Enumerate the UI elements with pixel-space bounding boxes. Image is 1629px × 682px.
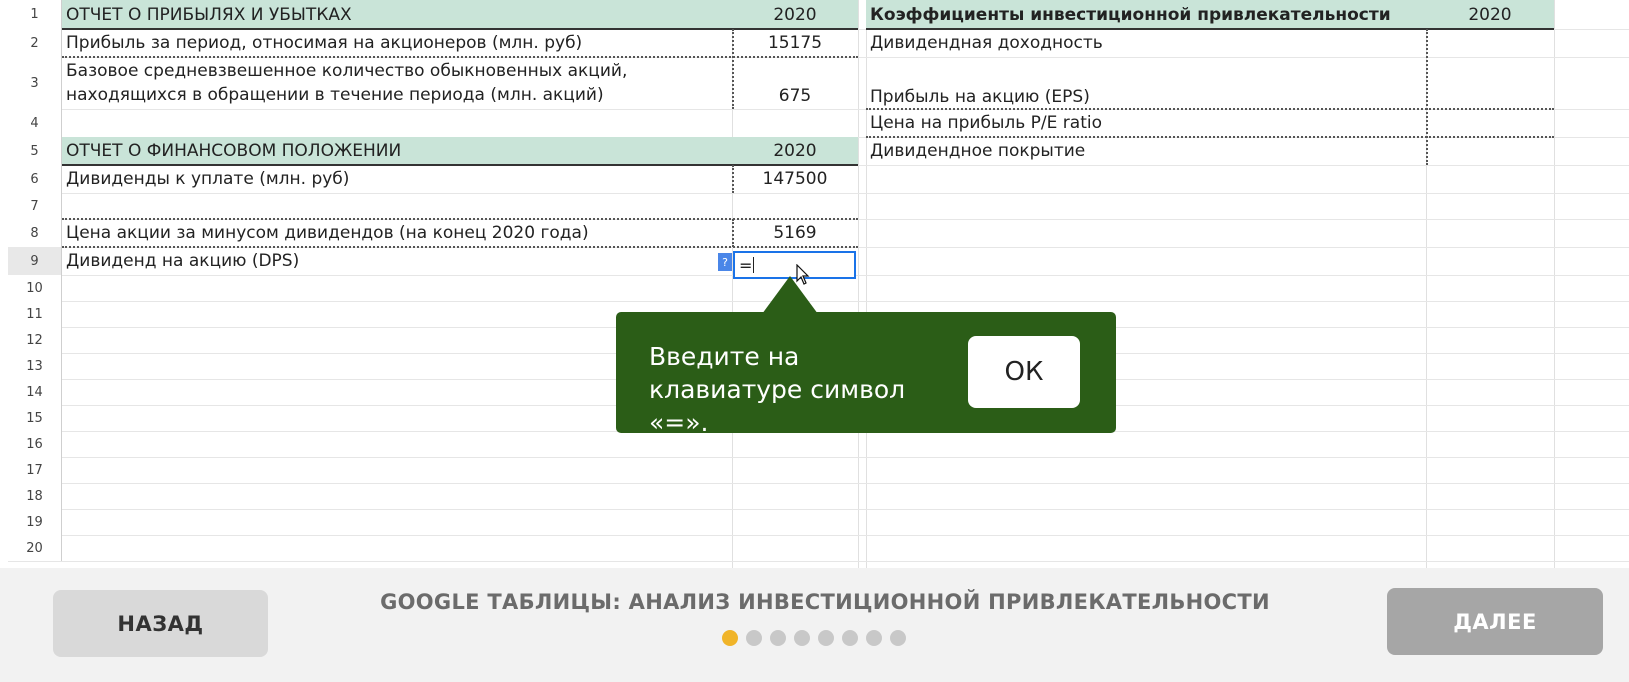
header-border (62, 28, 858, 30)
lesson-title: GOOGLE ТАБЛИЦЫ: АНАЛИЗ ИНВЕСТИЦИОННОЙ ПР… (380, 590, 1270, 614)
sheet-row-6: 6 Дивиденды к уплате (млн. руб) 147500 (8, 165, 1629, 194)
dotted-border (732, 165, 734, 193)
financial-position-header[interactable]: ОТЧЕТ О ФИНАНСОВОМ ПОЛОЖЕНИИ (62, 137, 732, 165)
dividends-payable-value[interactable]: 147500 (732, 165, 858, 193)
ratios-year[interactable]: 2020 (1426, 0, 1554, 29)
sheet-row-4: 4 Цена на прибыль P/E ratio (8, 109, 1629, 138)
dotted-border (866, 108, 1554, 110)
row-number[interactable]: 4 (8, 109, 62, 137)
progress-dot[interactable] (842, 630, 858, 646)
eps-label[interactable]: Прибыль на акцию (EPS) (866, 57, 1426, 109)
dotted-border (732, 29, 734, 109)
progress-dot[interactable] (770, 630, 786, 646)
sheet-row-17: 17 (8, 457, 1629, 484)
progress-dot[interactable] (794, 630, 810, 646)
progress-dot[interactable] (890, 630, 906, 646)
row-number[interactable]: 13 (8, 353, 62, 379)
dividend-cover-value[interactable] (1426, 137, 1554, 165)
dividend-cover-label[interactable]: Дивидендное покрытие (866, 137, 1426, 165)
lesson-footer: НАЗАД GOOGLE ТАБЛИЦЫ: АНАЛИЗ ИНВЕСТИЦИОН… (0, 568, 1629, 682)
row-number[interactable]: 19 (8, 509, 62, 535)
sheet-row-3: 3 Базовое средневзвешенное количество об… (8, 57, 1629, 110)
tooltip-text: Введите на клавиатуре символ «=». (649, 342, 906, 437)
progress-dots (722, 630, 906, 646)
spreadsheet-grid: 1 ОТЧЕТ О ПРИБЫЛЯХ И УБЫТКАХ 2020 Коэффи… (8, 0, 1629, 568)
ok-button[interactable]: ОК (968, 336, 1080, 408)
pe-ratio-value[interactable] (1426, 109, 1554, 137)
progress-dot[interactable] (866, 630, 882, 646)
row-number[interactable]: 10 (8, 275, 62, 301)
tooltip-arrow (762, 276, 818, 314)
header-border (62, 164, 858, 166)
row-number[interactable]: 11 (8, 301, 62, 327)
sheet-row-18: 18 (8, 483, 1629, 510)
shares-count-label[interactable]: Базовое средневзвешенное количество обык… (62, 57, 732, 109)
progress-dot[interactable] (818, 630, 834, 646)
row-number[interactable]: 18 (8, 483, 62, 509)
profit-label[interactable]: Прибыль за период, относимая на акционер… (62, 29, 732, 57)
row-number[interactable]: 14 (8, 379, 62, 405)
dotted-border (62, 56, 858, 58)
sheet-row-8: 8 Цена акции за минусом дивидендов (на к… (8, 219, 1629, 248)
eps-value[interactable] (1426, 57, 1554, 109)
income-statement-year[interactable]: 2020 (732, 0, 858, 29)
profit-value[interactable]: 15175 (732, 29, 858, 57)
pe-ratio-label[interactable]: Цена на прибыль P/E ratio (866, 109, 1426, 137)
dividend-yield-label[interactable]: Дивидендная доходность (866, 29, 1426, 57)
active-cell-editor[interactable]: = (733, 251, 856, 279)
sheet-row-5: 5 ОТЧЕТ О ФИНАНСОВОМ ПОЛОЖЕНИИ 2020 Диви… (8, 137, 1629, 166)
dotted-border (1426, 29, 1428, 165)
instruction-tooltip: Введите на клавиатуре символ «=». ОК (616, 312, 1116, 437)
row-number[interactable]: 5 (8, 137, 62, 165)
dividend-yield-value[interactable] (1426, 29, 1554, 57)
cell-help-badge[interactable]: ? (718, 253, 732, 271)
text-caret (753, 257, 755, 273)
sheet-row-7: 7 (8, 193, 1629, 220)
sheet-row-1: 1 ОТЧЕТ О ПРИБЫЛЯХ И УБЫТКАХ 2020 Коэффи… (8, 0, 1629, 30)
sheet-row-10: 10 (8, 275, 1629, 302)
row-number[interactable]: 8 (8, 219, 62, 247)
dotted-border (62, 218, 858, 220)
row-number[interactable]: 17 (8, 457, 62, 483)
sheet-row-20: 20 (8, 535, 1629, 562)
next-button[interactable]: ДАЛЕЕ (1387, 588, 1603, 655)
income-statement-header[interactable]: ОТЧЕТ О ПРИБЫЛЯХ И УБЫТКАХ (62, 0, 732, 29)
ratios-header[interactable]: Коэффициенты инвестиционной привлекатель… (866, 0, 1426, 29)
dotted-border (62, 246, 858, 248)
row-number[interactable]: 12 (8, 327, 62, 353)
row-number[interactable]: 15 (8, 405, 62, 431)
back-button[interactable]: НАЗАД (53, 590, 268, 657)
cell-input-value: = (739, 255, 753, 275)
row-number[interactable]: 6 (8, 165, 62, 193)
financial-position-year[interactable]: 2020 (732, 137, 858, 165)
row-number[interactable]: 16 (8, 431, 62, 457)
dividends-payable-label[interactable]: Дивиденды к уплате (млн. руб) (62, 165, 732, 193)
shares-count-value[interactable]: 675 (732, 57, 858, 109)
row-number[interactable]: 1 (8, 0, 62, 29)
share-price-label[interactable]: Цена акции за минусом дивидендов (на кон… (62, 219, 732, 247)
progress-dot[interactable] (722, 630, 738, 646)
dps-label[interactable]: Дивиденд на акцию (DPS) (62, 247, 732, 275)
row-number[interactable]: 2 (8, 29, 62, 57)
sheet-row-2: 2 Прибыль за период, относимая на акцион… (8, 29, 1629, 58)
dotted-border (866, 136, 1554, 138)
share-price-value[interactable]: 5169 (732, 219, 858, 247)
row-number[interactable]: 20 (8, 535, 62, 561)
header-border (866, 28, 1554, 30)
empty-cell[interactable] (62, 109, 732, 137)
row-number[interactable]: 9 (8, 247, 62, 275)
dotted-border (732, 219, 734, 247)
progress-dot[interactable] (746, 630, 762, 646)
row-number[interactable]: 3 (8, 57, 62, 109)
row-number[interactable]: 7 (8, 193, 62, 219)
sheet-row-19: 19 (8, 509, 1629, 536)
